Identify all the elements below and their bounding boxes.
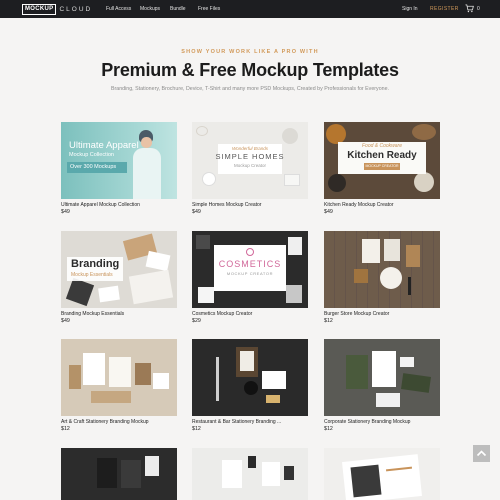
- overlay-subtitle: Mockup Collection: [69, 152, 114, 158]
- product-price: $12: [61, 426, 70, 432]
- nav-bundle[interactable]: Bundle: [170, 5, 186, 13]
- product-title[interactable]: Ultimate Apparel Mockup Collection: [61, 202, 140, 209]
- overlay-subtitle: Mockup Essentials: [71, 272, 113, 278]
- product-thumbnail[interactable]: COSMETICS MOCKUP CREATOR: [192, 231, 308, 308]
- product-card[interactable]: [324, 448, 440, 500]
- overlay-badge: Over 300 Mockups: [70, 164, 117, 170]
- product-title[interactable]: Art & Craft Stationery Branding Mockup: [61, 419, 149, 426]
- product-thumbnail[interactable]: [61, 448, 177, 500]
- hero-subtitle: Branding, Stationery, Brochure, Device, …: [110, 86, 390, 92]
- cart-button[interactable]: 0: [465, 4, 480, 13]
- overlay-title: SIMPLE HOMES: [215, 152, 285, 161]
- product-thumbnail[interactable]: [61, 339, 177, 416]
- product-card[interactable]: [61, 448, 177, 500]
- product-thumbnail[interactable]: [192, 339, 308, 416]
- product-thumbnail[interactable]: [324, 448, 440, 500]
- product-price: $29: [192, 318, 201, 324]
- product-title[interactable]: Branding Mockup Essentials: [61, 311, 124, 318]
- product-card[interactable]: COSMETICS MOCKUP CREATOR Cosmetics Mocku…: [192, 231, 308, 324]
- product-price: $12: [324, 318, 333, 324]
- nav-mockups[interactable]: Mockups: [140, 5, 160, 13]
- product-title[interactable]: Burger Store Mockup Creator: [324, 311, 389, 318]
- product-price: $49: [324, 209, 333, 215]
- product-thumbnail[interactable]: Ultimate Apparel Mockup Collection Over …: [61, 122, 177, 199]
- register-link[interactable]: REGISTER: [430, 5, 459, 13]
- overlay-title: Branding: [71, 258, 120, 270]
- scroll-to-top-button[interactable]: [473, 445, 490, 462]
- overlay-title: Ultimate Apparel: [69, 140, 139, 151]
- product-thumbnail[interactable]: Branding Mockup Essentials: [61, 231, 177, 308]
- product-price: $49: [61, 318, 70, 324]
- nav-full-access[interactable]: Full Access: [106, 5, 131, 13]
- page-title: Premium & Free Mockup Templates: [101, 60, 399, 80]
- logo-text: MOCKUP: [22, 3, 57, 15]
- product-title[interactable]: Cosmetics Mockup Creator: [192, 311, 252, 318]
- signin-link[interactable]: Sign In: [402, 5, 418, 13]
- cart-count: 0: [477, 5, 480, 12]
- overlay-subtitle: MOCKUP CREATOR: [365, 164, 399, 168]
- product-price: $49: [61, 209, 70, 215]
- product-title[interactable]: Simple Homes Mockup Creator: [192, 202, 261, 209]
- product-title[interactable]: Kitchen Ready Mockup Creator: [324, 202, 393, 209]
- logo-suffix: CLOUD: [59, 5, 93, 13]
- product-thumbnail[interactable]: [192, 448, 308, 500]
- product-card[interactable]: Corporate Stationery Branding Mockup $12: [324, 339, 440, 432]
- product-price: $12: [192, 426, 201, 432]
- overlay-subtitle: MOCKUP CREATOR: [226, 271, 274, 276]
- top-navbar: MOCKUP CLOUD Full Access Mockups Bundle …: [0, 0, 500, 18]
- product-card[interactable]: Art & Craft Stationery Branding Mockup $…: [61, 339, 177, 432]
- nav-free-files[interactable]: Free Files: [198, 5, 220, 13]
- hero-eyebrow: SHOW YOUR WORK LIKE A PRO WITH: [181, 49, 319, 55]
- overlay-subtitle: Mockup Creator: [233, 163, 266, 168]
- product-card[interactable]: Wonderful Brands SIMPLE HOMES Mockup Cre…: [192, 122, 308, 215]
- overlay-title: Kitchen Ready: [347, 150, 417, 161]
- product-card[interactable]: Ultimate Apparel Mockup Collection Over …: [61, 122, 177, 215]
- product-title[interactable]: Restaurant & Bar Stationery Branding ...: [192, 419, 281, 426]
- overlay-title: COSMETICS: [218, 259, 282, 269]
- product-card[interactable]: Burger Store Mockup Creator $12: [324, 231, 440, 324]
- product-card[interactable]: Branding Mockup Essentials Branding Mock…: [61, 231, 177, 324]
- product-thumbnail[interactable]: Food & Cookware Kitchen Ready MOCKUP CRE…: [324, 122, 440, 199]
- cart-icon: [465, 4, 474, 13]
- site-logo[interactable]: MOCKUP CLOUD: [22, 3, 92, 15]
- product-thumbnail[interactable]: [324, 339, 440, 416]
- product-thumbnail[interactable]: Wonderful Brands SIMPLE HOMES Mockup Cre…: [192, 122, 308, 199]
- product-title[interactable]: Corporate Stationery Branding Mockup: [324, 419, 410, 426]
- product-card[interactable]: Food & Cookware Kitchen Ready MOCKUP CRE…: [324, 122, 440, 215]
- product-card[interactable]: Restaurant & Bar Stationery Branding ...…: [192, 339, 308, 432]
- product-card[interactable]: [192, 448, 308, 500]
- product-price: $49: [192, 209, 201, 215]
- chevron-up-icon: [476, 450, 487, 457]
- product-thumbnail[interactable]: [324, 231, 440, 308]
- overlay-eyebrow: Food & Cookware: [361, 143, 403, 149]
- product-price: $12: [324, 426, 333, 432]
